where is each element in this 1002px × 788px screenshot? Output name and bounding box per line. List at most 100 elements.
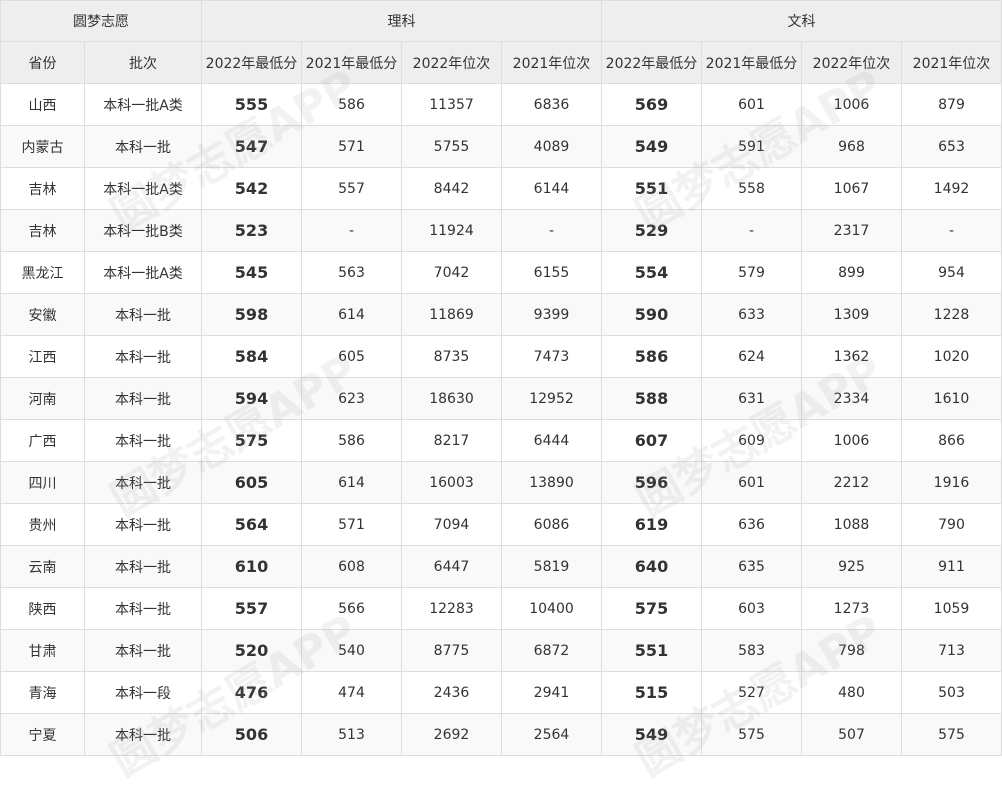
col-header-sci-2021-rank: 2021年位次 (501, 41, 602, 84)
cell-sci-2021-min: 586 (301, 83, 402, 126)
cell-arts-2021-rank: 1020 (901, 335, 1002, 378)
cell-province: 安徽 (0, 293, 85, 336)
cell-arts-2022-rank: 925 (801, 545, 902, 588)
cell-batch: 本科一段 (84, 671, 202, 714)
cell-arts-2022-min: 569 (601, 83, 702, 126)
cell-arts-2021-min: - (701, 209, 802, 252)
cell-sci-2022-rank: 12283 (401, 587, 502, 630)
cell-arts-2022-rank: 899 (801, 251, 902, 294)
cell-province: 陕西 (0, 587, 85, 630)
cell-batch: 本科一批 (84, 419, 202, 462)
cell-arts-2022-min: 549 (601, 713, 702, 756)
cell-sci-2021-min: 566 (301, 587, 402, 630)
score-table: 圆梦志愿 理科 文科 省份 批次 2022年最低分 2021年最低分 2022年… (0, 0, 1002, 756)
cell-arts-2022-min: 549 (601, 125, 702, 168)
cell-arts-2022-min: 551 (601, 167, 702, 210)
cell-sci-2021-rank: 6144 (501, 167, 602, 210)
cell-province: 内蒙古 (0, 125, 85, 168)
cell-sci-2022-rank: 8775 (401, 629, 502, 672)
col-header-batch: 批次 (84, 41, 202, 84)
cell-sci-2021-rank: 6086 (501, 503, 602, 546)
col-header-province: 省份 (0, 41, 85, 84)
table-row: 甘肃 本科一批 520 540 8775 6872 551 583 798 713 (0, 629, 1002, 672)
cell-arts-2021-rank: 653 (901, 125, 1002, 168)
table-row: 河南 本科一批 594 623 18630 12952 588 631 2334 1610 (0, 377, 1002, 420)
cell-arts-2022-rank: 2334 (801, 377, 902, 420)
cell-arts-2022-min: 551 (601, 629, 702, 672)
cell-arts-2021-min: 575 (701, 713, 802, 756)
cell-batch: 本科一批 (84, 461, 202, 504)
cell-sci-2021-rank: 5819 (501, 545, 602, 588)
cell-sci-2022-min: 594 (201, 377, 302, 420)
cell-arts-2021-min: 633 (701, 293, 802, 336)
table-row: 黑龙江 本科一批A类 545 563 7042 6155 554 579 899 954 (0, 251, 1002, 294)
cell-sci-2021-min: - (301, 209, 402, 252)
cell-batch: 本科一批 (84, 125, 202, 168)
cell-sci-2021-min: 623 (301, 377, 402, 420)
cell-arts-2022-rank: 507 (801, 713, 902, 756)
cell-sci-2022-rank: 2436 (401, 671, 502, 714)
cell-sci-2021-rank: 6155 (501, 251, 602, 294)
cell-arts-2021-min: 636 (701, 503, 802, 546)
cell-sci-2021-rank: 9399 (501, 293, 602, 336)
cell-sci-2021-rank: 10400 (501, 587, 602, 630)
cell-sci-2022-min: 598 (201, 293, 302, 336)
cell-sci-2022-min: 575 (201, 419, 302, 462)
cell-arts-2021-min: 583 (701, 629, 802, 672)
cell-arts-2022-rank: 1067 (801, 167, 902, 210)
cell-arts-2021-min: 601 (701, 83, 802, 126)
cell-arts-2021-rank: 1610 (901, 377, 1002, 420)
cell-province: 河南 (0, 377, 85, 420)
table-row: 安徽 本科一批 598 614 11869 9399 590 633 1309 1228 (0, 293, 1002, 336)
cell-arts-2022-rank: 1362 (801, 335, 902, 378)
science-group-header: 理科 (201, 0, 602, 42)
cell-arts-2022-min: 529 (601, 209, 702, 252)
cell-arts-2022-min: 586 (601, 335, 702, 378)
cell-sci-2022-min: 564 (201, 503, 302, 546)
group-header-row: 圆梦志愿 理科 文科 (0, 0, 1002, 42)
cell-arts-2021-min: 609 (701, 419, 802, 462)
cell-sci-2021-rank: 13890 (501, 461, 602, 504)
cell-sci-2022-min: 520 (201, 629, 302, 672)
cell-arts-2021-min: 631 (701, 377, 802, 420)
cell-arts-2022-min: 640 (601, 545, 702, 588)
cell-sci-2021-rank: 6872 (501, 629, 602, 672)
cell-sci-2022-min: 610 (201, 545, 302, 588)
cell-arts-2022-rank: 968 (801, 125, 902, 168)
cell-arts-2021-rank: - (901, 209, 1002, 252)
cell-province: 江西 (0, 335, 85, 378)
cell-sci-2021-min: 557 (301, 167, 402, 210)
cell-sci-2022-min: 476 (201, 671, 302, 714)
cell-province: 吉林 (0, 209, 85, 252)
col-header-arts-2022-min: 2022年最低分 (601, 41, 702, 84)
cell-arts-2021-min: 624 (701, 335, 802, 378)
cell-arts-2022-min: 619 (601, 503, 702, 546)
cell-sci-2021-rank: 2564 (501, 713, 602, 756)
table-row: 广西 本科一批 575 586 8217 6444 607 609 1006 866 (0, 419, 1002, 462)
cell-arts-2021-min: 558 (701, 167, 802, 210)
cell-arts-2022-rank: 1273 (801, 587, 902, 630)
cell-arts-2021-rank: 790 (901, 503, 1002, 546)
column-header-row: 省份 批次 2022年最低分 2021年最低分 2022年位次 2021年位次 … (0, 41, 1002, 84)
cell-province: 宁夏 (0, 713, 85, 756)
cell-sci-2021-rank: 4089 (501, 125, 602, 168)
cell-arts-2021-rank: 911 (901, 545, 1002, 588)
table-row: 贵州 本科一批 564 571 7094 6086 619 636 1088 790 (0, 503, 1002, 546)
cell-arts-2021-rank: 1492 (901, 167, 1002, 210)
table-row: 山西 本科一批A类 555 586 11357 6836 569 601 1006 879 (0, 83, 1002, 126)
cell-arts-2022-rank: 798 (801, 629, 902, 672)
cell-arts-2021-rank: 1059 (901, 587, 1002, 630)
table-row: 青海 本科一段 476 474 2436 2941 515 527 480 503 (0, 671, 1002, 714)
cell-arts-2022-min: 515 (601, 671, 702, 714)
cell-sci-2021-rank: 2941 (501, 671, 602, 714)
cell-arts-2022-rank: 2212 (801, 461, 902, 504)
cell-sci-2021-min: 608 (301, 545, 402, 588)
cell-sci-2021-min: 571 (301, 503, 402, 546)
cell-batch: 本科一批B类 (84, 209, 202, 252)
cell-sci-2021-min: 513 (301, 713, 402, 756)
table-row: 云南 本科一批 610 608 6447 5819 640 635 925 911 (0, 545, 1002, 588)
cell-sci-2022-min: 605 (201, 461, 302, 504)
cell-sci-2021-min: 614 (301, 293, 402, 336)
cell-sci-2022-min: 542 (201, 167, 302, 210)
arts-group-header: 文科 (601, 0, 1002, 42)
